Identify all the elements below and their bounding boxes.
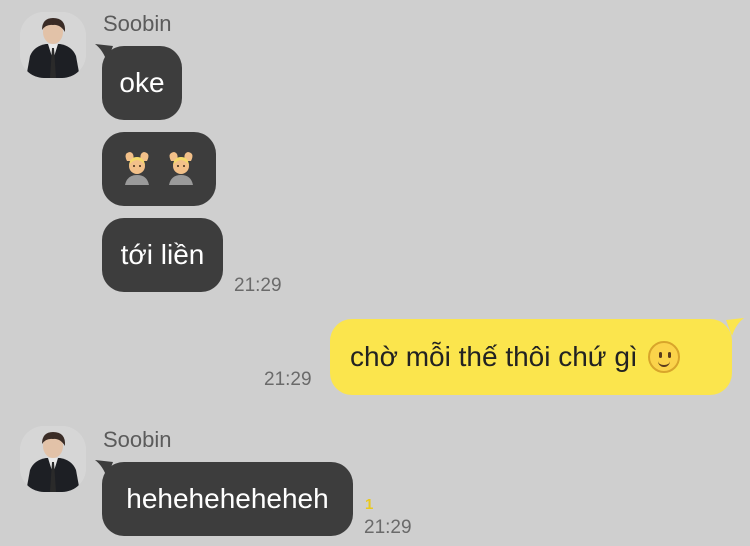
slightly-smiling-face-emoji: [647, 341, 680, 373]
incoming-message-bubble[interactable]: [102, 132, 216, 206]
incoming-message-bubble[interactable]: oke: [102, 46, 182, 120]
message-timestamp: 21:29: [264, 369, 312, 390]
message-text: chờ mỗi thế thôi chứ gì: [350, 341, 638, 372]
incoming-message-bubble[interactable]: tới liền: [102, 218, 223, 292]
sender-name: Soobin: [103, 427, 172, 452]
bubble-tail: [726, 318, 744, 336]
avatar[interactable]: [20, 426, 86, 492]
person-gesturing-ok-emoji: [163, 149, 199, 190]
incoming-message-bubble[interactable]: heheheheheheh: [102, 462, 353, 536]
unread-count: 1: [365, 496, 374, 513]
profile-photo: [20, 12, 86, 78]
message-text: oke: [119, 67, 165, 98]
message-timestamp: 21:29: [364, 517, 412, 538]
avatar[interactable]: [20, 12, 86, 78]
message-text: heheheheheheh: [126, 483, 329, 514]
profile-photo: [20, 426, 86, 492]
sender-name: Soobin: [103, 11, 172, 36]
message-text: tới liền: [120, 239, 205, 270]
person-gesturing-ok-emoji: [119, 149, 155, 190]
outgoing-message-bubble[interactable]: chờ mỗi thế thôi chứ gì: [330, 319, 732, 395]
message-timestamp: 21:29: [234, 275, 282, 296]
